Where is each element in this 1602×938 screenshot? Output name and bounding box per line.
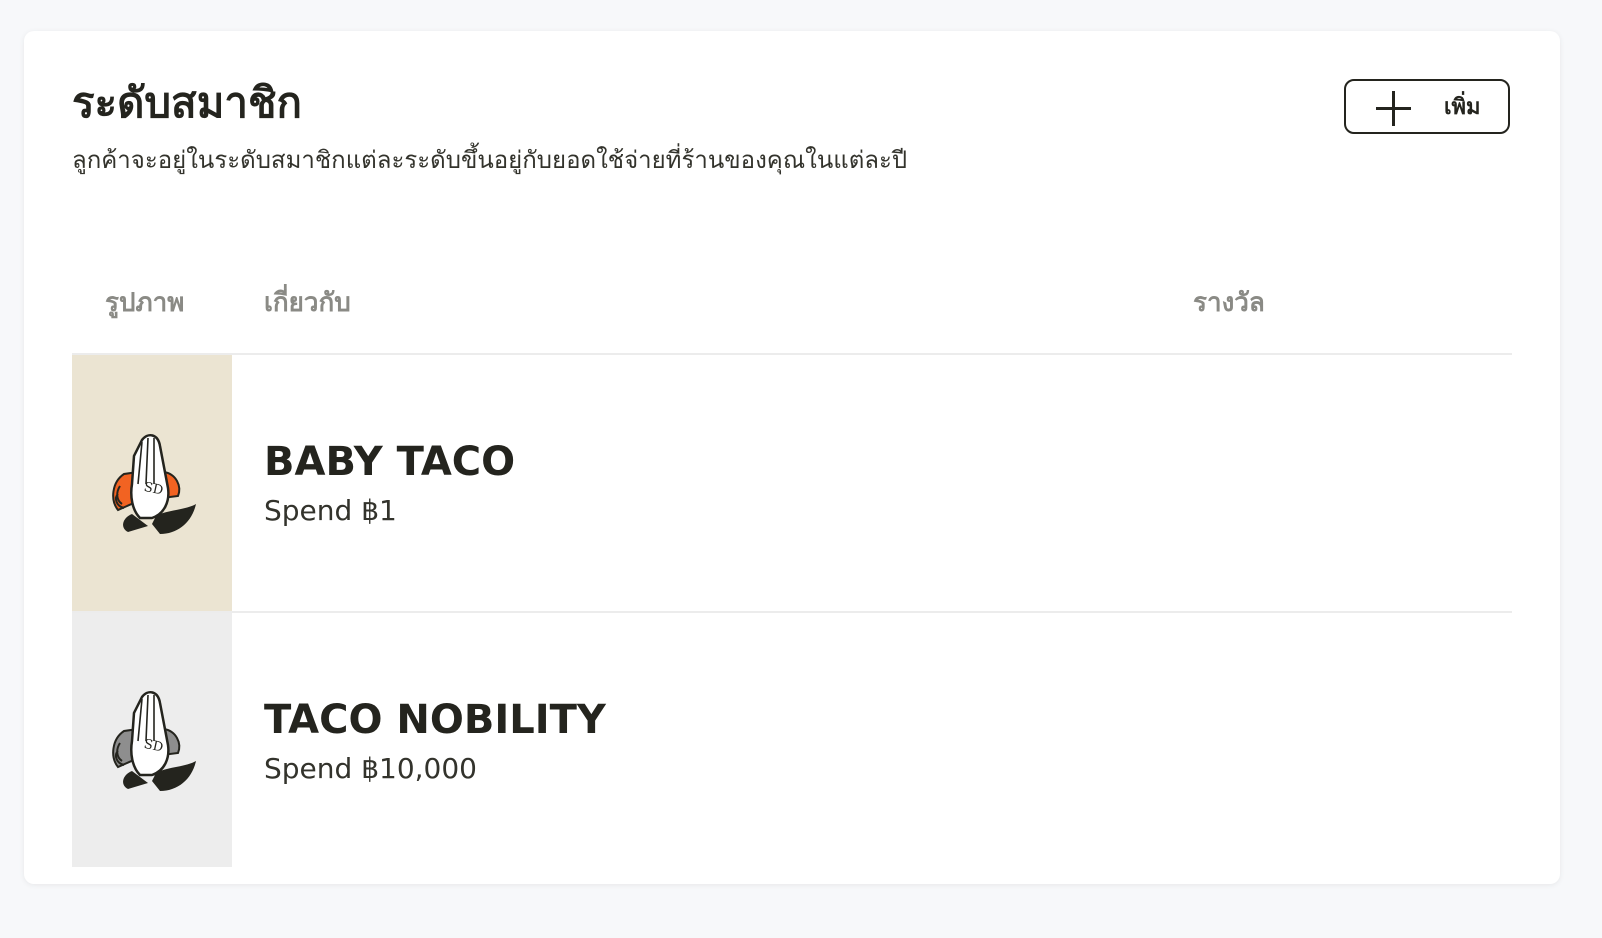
table-header: รูปภาพ เกี่ยวกับ รางวัล (72, 261, 1512, 355)
tier-thumbnail: SD (72, 355, 232, 611)
tier-spend: Spend ฿1 (264, 494, 397, 527)
add-button-label: เพิ่ม (1444, 95, 1481, 120)
tier-name: TACO NOBILITY (264, 697, 606, 743)
plus-icon (1376, 91, 1411, 126)
tier-spend: Spend ฿10,000 (264, 752, 477, 785)
praying-hands-taco-icon: SD (112, 690, 196, 791)
table-row[interactable]: SD TACO NOBILITY Spend ฿10,000 (72, 613, 1512, 867)
column-header-rewards: รางวัล (1193, 288, 1265, 318)
tier-name: BABY TACO (264, 439, 516, 485)
praying-hands-taco-icon: SD (112, 433, 196, 534)
column-header-image: รูปภาพ (105, 288, 185, 318)
tiers-table: รูปภาพ เกี่ยวกับ รางวัล SD BABY TACO Spe… (72, 261, 1512, 867)
tier-thumbnail: SD (72, 613, 232, 867)
add-tier-button[interactable]: เพิ่ม (1344, 79, 1510, 134)
page-subtitle: ลูกค้าจะอยู่ในระดับสมาชิกแต่ละระดับขึ้นอ… (72, 146, 908, 174)
column-header-about: เกี่ยวกับ (264, 288, 351, 318)
table-row[interactable]: SD BABY TACO Spend ฿1 (72, 355, 1512, 613)
page-title: ระดับสมาชิก (72, 78, 302, 127)
membership-tiers-card: ระดับสมาชิก ลูกค้าจะอยู่ในระดับสมาชิกแต่… (24, 31, 1560, 884)
